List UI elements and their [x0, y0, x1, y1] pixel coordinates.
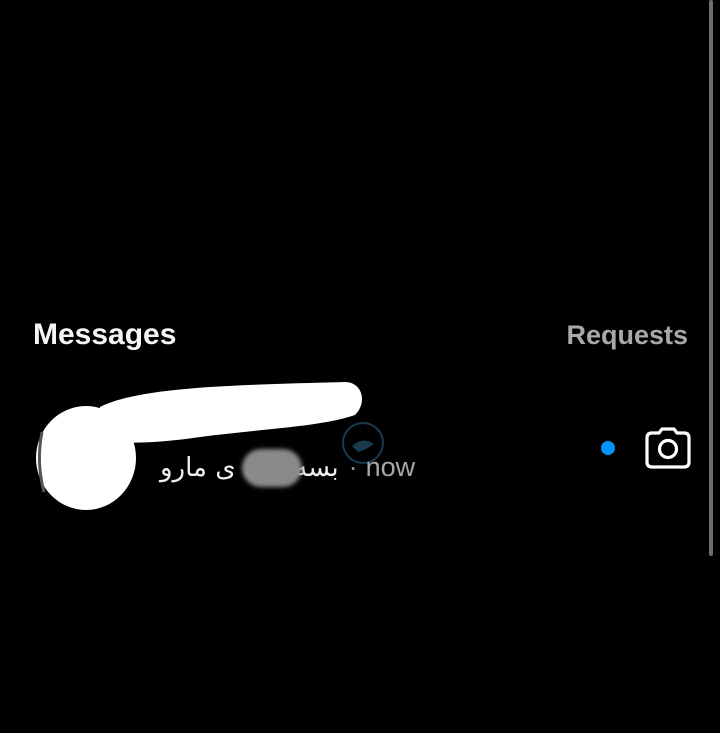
timestamp: now [365, 452, 416, 482]
unread-indicator [601, 441, 615, 455]
scrollbar[interactable] [709, 0, 713, 556]
redacted-username [100, 382, 363, 443]
camera-icon[interactable] [645, 427, 691, 469]
separator-dot: · [348, 452, 358, 482]
preview-censor-blur [242, 449, 302, 487]
requests-link[interactable]: Requests [566, 320, 688, 351]
message-preview: بسه دیگ ی مارو · now [160, 449, 416, 487]
messages-title: Messages [33, 318, 177, 351]
direct-inbox-screen: Messages Requests بسه دیگ ی مارو · now [0, 0, 720, 733]
inbox-header: Messages Requests [33, 318, 693, 358]
conversation-row[interactable]: بسه دیگ ی مارو · now [0, 372, 705, 522]
